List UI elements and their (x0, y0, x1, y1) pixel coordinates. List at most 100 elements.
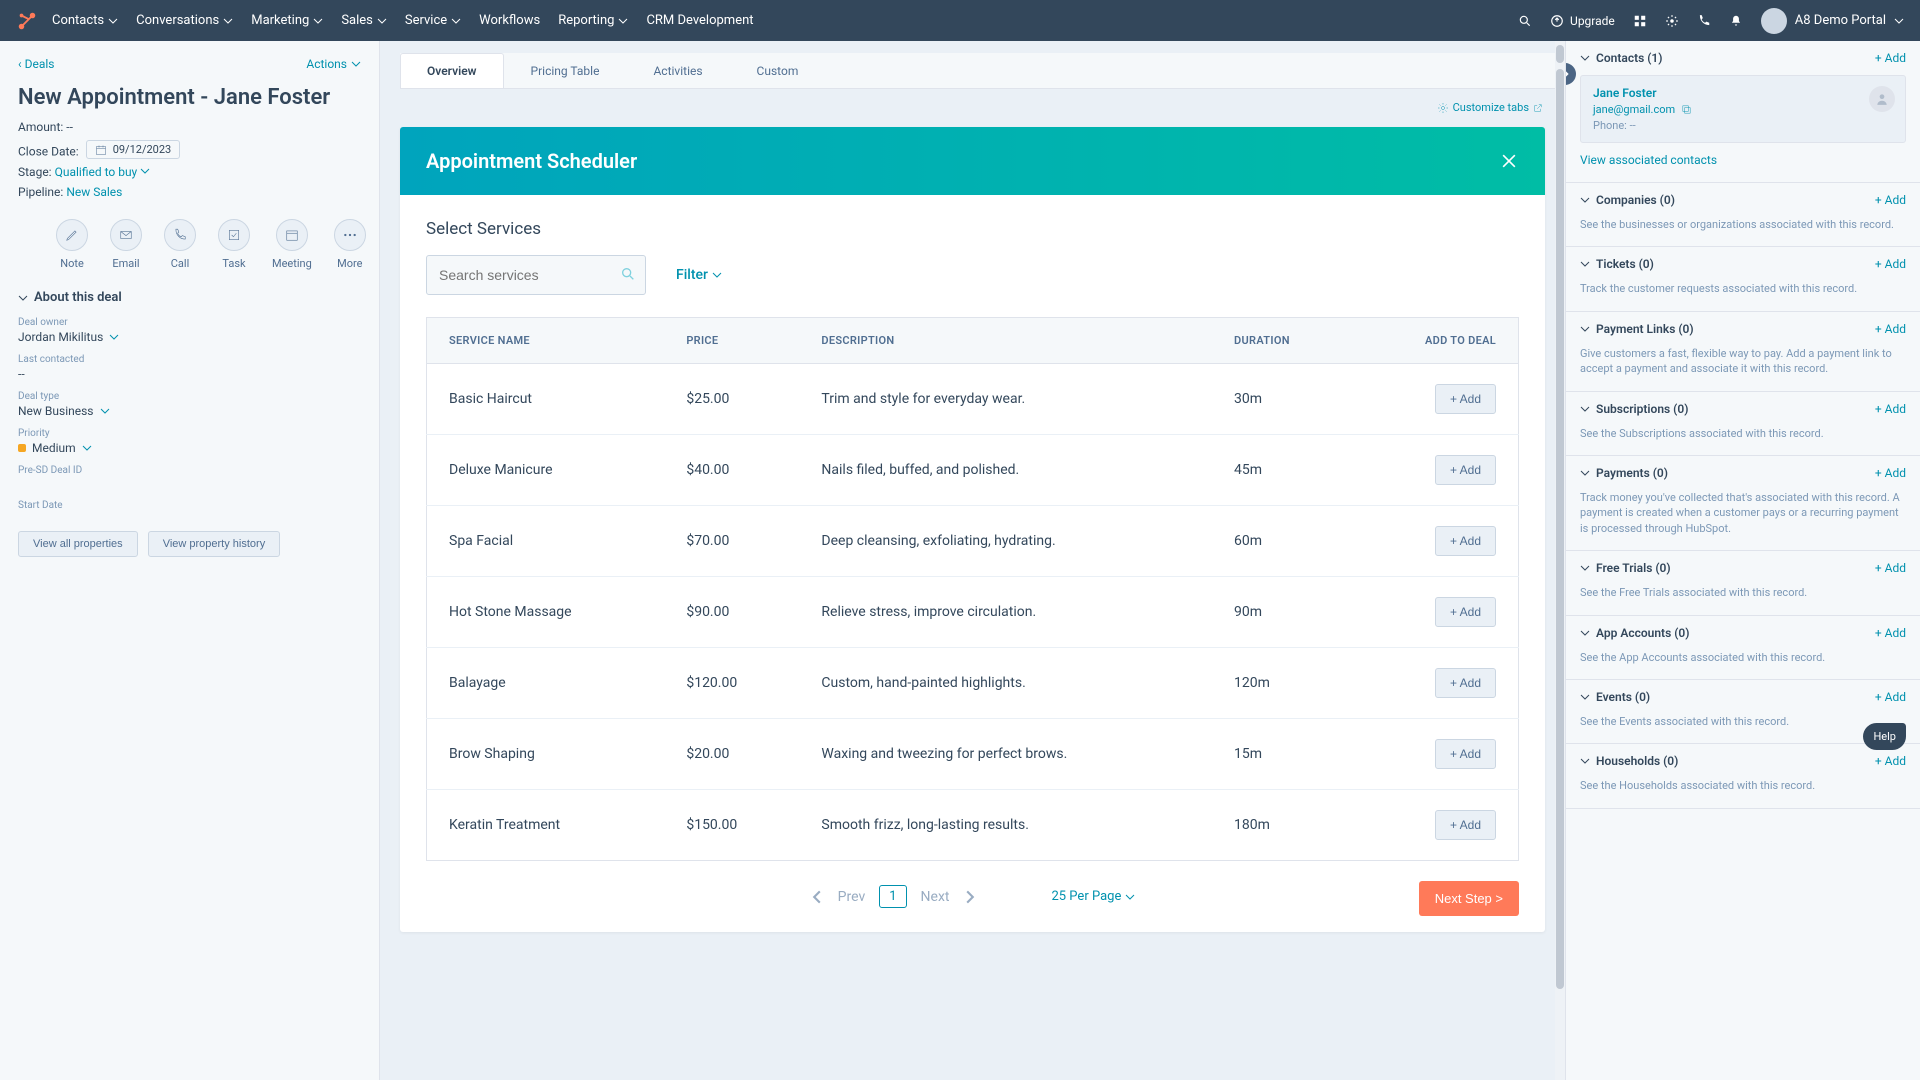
section-add-link[interactable]: + Add (1875, 466, 1906, 480)
contacts-section-header[interactable]: Contacts (1) (1580, 51, 1663, 65)
nav-conversations[interactable]: Conversations (136, 13, 233, 28)
chevron-right-icon[interactable] (963, 890, 977, 904)
center-scrollbar[interactable] (1555, 41, 1565, 1080)
external-link-icon (1533, 103, 1543, 113)
portal-switcher[interactable]: A8 Demo Portal (1761, 8, 1904, 34)
add-to-deal-button[interactable]: + Add (1435, 810, 1496, 840)
per-page-dropdown[interactable]: 25 Per Page (1051, 889, 1135, 904)
owner-dropdown[interactable]: Jordan Mikilitus (18, 330, 361, 344)
next-step-button[interactable]: Next Step > (1419, 881, 1519, 916)
chevron-down-icon (1125, 892, 1135, 902)
prev-page[interactable]: Prev (838, 889, 866, 905)
avatar (1761, 8, 1787, 34)
chevron-down-icon (377, 16, 387, 26)
add-to-deal-button[interactable]: + Add (1435, 597, 1496, 627)
email-action[interactable]: Email (110, 219, 142, 270)
service-price: $120.00 (664, 648, 799, 719)
nav-workflows[interactable]: Workflows (479, 13, 540, 28)
nav-contacts[interactable]: Contacts (52, 13, 118, 28)
owner-label: Deal owner (18, 317, 361, 328)
close-icon[interactable] (1499, 151, 1519, 171)
section-header[interactable]: Payments (0) (1580, 466, 1668, 480)
chevron-down-icon (109, 332, 119, 342)
add-to-deal-button[interactable]: + Add (1435, 384, 1496, 414)
more-action[interactable]: More (334, 219, 366, 270)
about-deal-header[interactable]: About this deal (18, 290, 361, 305)
nav-crm-development[interactable]: CRM Development (646, 13, 753, 28)
add-contact-link[interactable]: + Add (1875, 51, 1906, 65)
avatar-icon (1869, 86, 1895, 112)
deal-title: New Appointment - Jane Foster (18, 85, 361, 110)
view-property-history-button[interactable]: View property history (148, 531, 281, 557)
phone-icon[interactable] (1697, 14, 1711, 28)
pipeline-link[interactable]: New Sales (66, 185, 122, 199)
search-icon (620, 266, 636, 282)
gear-icon[interactable] (1665, 14, 1679, 28)
nav-service[interactable]: Service (405, 13, 461, 28)
next-page[interactable]: Next (921, 889, 950, 905)
bell-icon[interactable] (1729, 14, 1743, 28)
section-add-link[interactable]: + Add (1875, 561, 1906, 575)
section-header[interactable]: Subscriptions (0) (1580, 402, 1688, 416)
nav-sales[interactable]: Sales (341, 13, 387, 28)
priority-dropdown[interactable]: Medium (18, 441, 361, 455)
section-header[interactable]: Events (0) (1580, 690, 1650, 704)
view-associated-contacts-link[interactable]: View associated contacts (1580, 153, 1717, 167)
tab-custom[interactable]: Custom (730, 53, 826, 88)
copy-icon[interactable] (1681, 104, 1692, 115)
tab-activities[interactable]: Activities (626, 53, 729, 88)
section-add-link[interactable]: + Add (1875, 257, 1906, 271)
add-to-deal-button[interactable]: + Add (1435, 668, 1496, 698)
add-to-deal-button[interactable]: + Add (1435, 455, 1496, 485)
tab-overview[interactable]: Overview (400, 53, 504, 88)
table-row: Brow Shaping $20.00 Waxing and tweezing … (427, 719, 1519, 790)
contact-email-link[interactable]: jane@gmail.com (1593, 103, 1675, 116)
contact-name-link[interactable]: Jane Foster (1593, 86, 1893, 100)
dealtype-dropdown[interactable]: New Business (18, 404, 361, 418)
service-price: $25.00 (664, 364, 799, 435)
chevron-left-icon[interactable] (810, 890, 824, 904)
meeting-action[interactable]: Meeting (272, 219, 312, 270)
chevron-down-icon (108, 16, 118, 26)
select-services-heading: Select Services (426, 219, 1519, 239)
close-date-input[interactable]: 09/12/2023 (86, 140, 181, 159)
section-header[interactable]: Households (0) (1580, 754, 1678, 768)
back-deals-link[interactable]: ‹ Deals (18, 57, 54, 71)
section-header[interactable]: Tickets (0) (1580, 257, 1654, 271)
task-action[interactable]: Task (218, 219, 250, 270)
section-add-link[interactable]: + Add (1875, 626, 1906, 640)
tab-pricing-table[interactable]: Pricing Table (504, 53, 627, 88)
nav-reporting[interactable]: Reporting (558, 13, 628, 28)
view-all-properties-button[interactable]: View all properties (18, 531, 138, 557)
chevron-down-icon (1580, 324, 1590, 334)
section-add-link[interactable]: + Add (1875, 754, 1906, 768)
page-number[interactable]: 1 (879, 885, 906, 908)
section-header[interactable]: App Accounts (0) (1580, 626, 1689, 640)
section-add-link[interactable]: + Add (1875, 193, 1906, 207)
chevron-down-icon (351, 59, 361, 69)
actions-dropdown[interactable]: Actions (306, 57, 361, 71)
service-price: $20.00 (664, 719, 799, 790)
add-to-deal-button[interactable]: + Add (1435, 739, 1496, 769)
lastcontact-label: Last contacted (18, 354, 361, 365)
add-to-deal-button[interactable]: + Add (1435, 526, 1496, 556)
upgrade-link[interactable]: Upgrade (1550, 14, 1615, 28)
note-action[interactable]: Note (56, 219, 88, 270)
marketplace-icon[interactable] (1633, 14, 1647, 28)
filter-dropdown[interactable]: Filter (676, 267, 722, 283)
section-header[interactable]: Free Trials (0) (1580, 561, 1671, 575)
call-action[interactable]: Call (164, 219, 196, 270)
search-icon[interactable] (1518, 14, 1532, 28)
section-add-link[interactable]: + Add (1875, 402, 1906, 416)
section-add-link[interactable]: + Add (1875, 690, 1906, 704)
customize-tabs-link[interactable]: Customize tabs (1437, 101, 1543, 114)
startdate-label: Start Date (18, 500, 361, 511)
stage-dropdown[interactable]: Qualified to buy (55, 165, 151, 179)
section-add-link[interactable]: + Add (1875, 322, 1906, 336)
search-services-input[interactable] (426, 255, 646, 295)
section-header[interactable]: Companies (0) (1580, 193, 1675, 207)
help-button[interactable]: Help (1863, 723, 1906, 750)
section-header[interactable]: Payment Links (0) (1580, 322, 1694, 336)
record-tabs: Overview Pricing Table Activities Custom (400, 53, 1565, 89)
nav-marketing[interactable]: Marketing (251, 13, 323, 28)
